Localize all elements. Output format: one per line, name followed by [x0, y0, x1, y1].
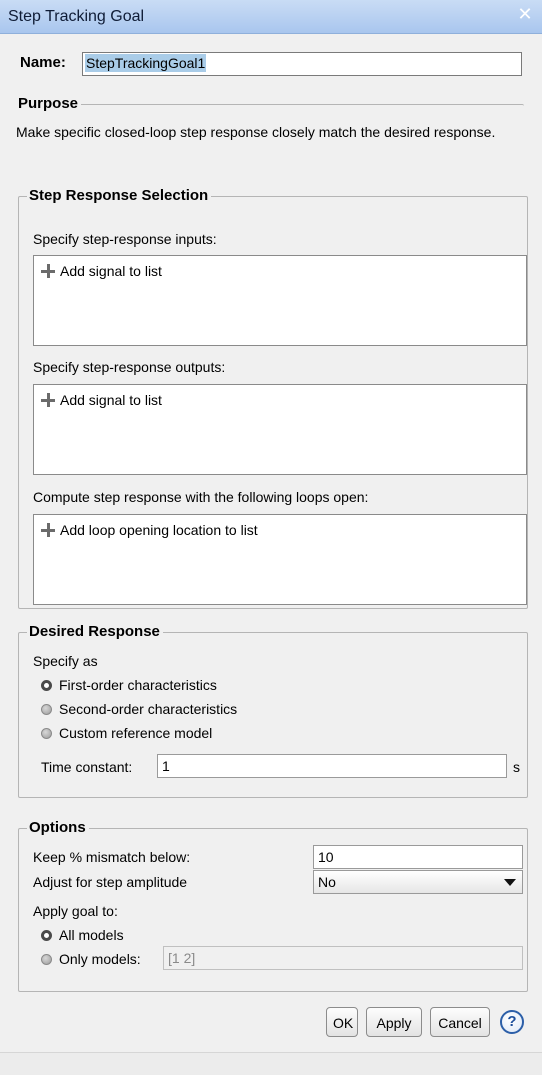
- ok-button[interactable]: OK: [326, 1007, 358, 1037]
- plus-icon: [40, 263, 56, 279]
- radio-button[interactable]: [41, 704, 52, 715]
- radio-custom-model-label: Custom reference model: [59, 725, 213, 741]
- plus-icon: [40, 522, 56, 538]
- options-title: Options: [27, 819, 89, 836]
- radio-custom-model[interactable]: Custom reference model: [41, 725, 212, 741]
- radio-button-selected[interactable]: [41, 930, 52, 941]
- title-bar: Step Tracking Goal ✕: [0, 0, 542, 34]
- radio-button[interactable]: [41, 954, 52, 965]
- radio-only-models[interactable]: Only models:: [41, 951, 141, 967]
- name-value: StepTrackingGoal1: [85, 54, 207, 72]
- mismatch-label: Keep % mismatch below:: [33, 849, 191, 865]
- add-loop-opening-button[interactable]: Add loop opening location to list: [40, 522, 258, 538]
- inputs-list[interactable]: Add signal to list: [33, 255, 527, 346]
- inputs-label: Specify step-response inputs:: [33, 231, 217, 247]
- outputs-label: Specify step-response outputs:: [33, 359, 226, 375]
- name-input[interactable]: StepTrackingGoal1: [82, 52, 522, 76]
- radio-all-models[interactable]: All models: [41, 927, 124, 943]
- step-response-group: Step Response Selection Specify step-res…: [18, 187, 528, 609]
- desired-response-title: Desired Response: [27, 623, 163, 640]
- add-input-label: Add signal to list: [60, 263, 162, 279]
- radio-all-models-label: All models: [59, 927, 124, 943]
- cancel-button[interactable]: Cancel: [430, 1007, 490, 1037]
- radio-first-order-label: First-order characteristics: [59, 677, 217, 693]
- loops-label: Compute step response with the following…: [33, 489, 369, 505]
- time-constant-input[interactable]: 1: [157, 754, 507, 778]
- status-bar: [0, 1052, 542, 1075]
- only-models-input[interactable]: [1 2]: [163, 946, 523, 970]
- purpose-text: Make specific closed-loop step response …: [16, 124, 496, 140]
- help-icon[interactable]: ?: [500, 1010, 524, 1034]
- radio-first-order[interactable]: First-order characteristics: [41, 677, 217, 693]
- time-constant-unit: s: [513, 759, 520, 775]
- time-constant-label: Time constant:: [41, 759, 133, 775]
- apply-button[interactable]: Apply: [366, 1007, 422, 1037]
- outputs-list[interactable]: Add signal to list: [33, 384, 527, 475]
- purpose-group: Purpose Make specific closed-loop step r…: [16, 95, 524, 168]
- add-loop-label: Add loop opening location to list: [60, 522, 258, 538]
- radio-button[interactable]: [41, 728, 52, 739]
- add-input-signal-button[interactable]: Add signal to list: [40, 263, 162, 279]
- plus-icon: [40, 392, 56, 408]
- close-icon[interactable]: ✕: [514, 4, 536, 26]
- desired-response-group: Desired Response Specify as First-order …: [18, 623, 528, 798]
- radio-second-order-label: Second-order characteristics: [59, 701, 238, 717]
- options-group: Options Keep % mismatch below: 10 Adjust…: [18, 819, 528, 992]
- apply-goal-label: Apply goal to:: [33, 903, 118, 919]
- name-label: Name:: [20, 54, 66, 71]
- adjust-amplitude-label: Adjust for step amplitude: [33, 874, 188, 890]
- radio-second-order[interactable]: Second-order characteristics: [41, 701, 237, 717]
- add-output-signal-button[interactable]: Add signal to list: [40, 392, 162, 408]
- chevron-down-icon[interactable]: [504, 879, 516, 886]
- step-response-title: Step Response Selection: [27, 187, 212, 204]
- loops-list[interactable]: Add loop opening location to list: [33, 514, 527, 605]
- radio-only-models-label: Only models:: [59, 951, 141, 967]
- specify-as-label: Specify as: [33, 653, 98, 669]
- purpose-title: Purpose: [16, 95, 82, 112]
- radio-button-selected[interactable]: [41, 680, 52, 691]
- adjust-amplitude-value: No: [318, 874, 336, 890]
- add-output-label: Add signal to list: [60, 392, 162, 408]
- window-title: Step Tracking Goal: [8, 8, 145, 25]
- mismatch-input[interactable]: 10: [313, 845, 523, 869]
- adjust-amplitude-select[interactable]: No: [313, 870, 523, 894]
